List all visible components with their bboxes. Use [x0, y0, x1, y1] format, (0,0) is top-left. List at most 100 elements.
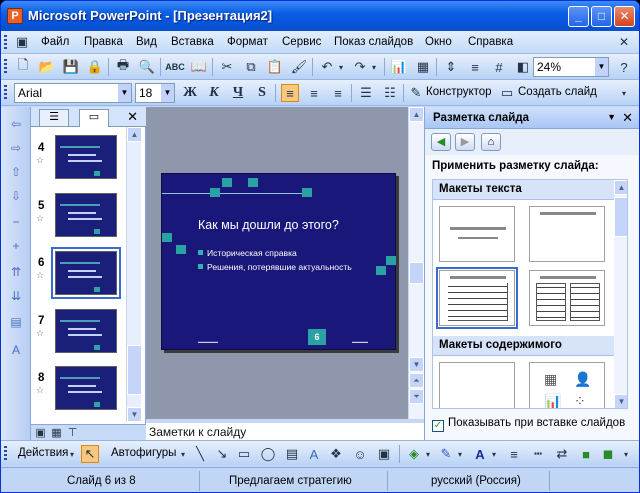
normal-view-icon[interactable]: ▣	[33, 425, 48, 440]
slide-scrollbar[interactable]: ▲ ▼ ⏶ ⏷	[408, 107, 424, 419]
show-formatting-icon[interactable]: ≡	[466, 58, 484, 76]
expand-all-icon[interactable]: ⇕	[442, 58, 460, 76]
toolbar-grip[interactable]	[4, 59, 7, 75]
menu-insert[interactable]: Вставка	[171, 36, 214, 48]
layout-title-only[interactable]	[529, 206, 605, 262]
design-icon[interactable]: ✎	[407, 84, 425, 102]
save-icon[interactable]: 💾	[62, 58, 80, 76]
current-slide[interactable]: Как мы дошли до этого? Историческая спра…	[161, 173, 396, 350]
oval-icon[interactable]: ◯	[259, 445, 277, 463]
scroll-up-icon[interactable]: ▲	[409, 107, 424, 122]
line-icon[interactable]: ╲	[191, 445, 209, 463]
back-icon[interactable]: ◀	[431, 133, 451, 151]
3d-style-icon[interactable]: ◼	[599, 445, 617, 463]
scroll-up-icon[interactable]: ▲	[614, 180, 627, 195]
checkbox-checked-icon[interactable]: ✓	[432, 420, 444, 432]
textbox-icon[interactable]: ▤	[283, 445, 301, 463]
clipart-icon[interactable]: ☺	[351, 445, 369, 463]
font-name-dropdown[interactable]: Arial ▼	[14, 83, 132, 103]
next-slide-icon[interactable]: ⏷	[409, 389, 424, 404]
slide-bullet[interactable]: Решения, потерявшие актуальность	[198, 262, 352, 272]
document-menu-icon[interactable]: ▣	[13, 33, 31, 51]
layout-two-columns[interactable]	[529, 270, 605, 326]
select-pointer-icon[interactable]: ↖	[81, 445, 99, 463]
underline-button[interactable]: Ч	[229, 84, 247, 102]
slide-thumbnail-5[interactable]	[55, 193, 117, 237]
menu-window[interactable]: Окно	[425, 36, 452, 48]
chevron-down-icon[interactable]: ▼	[161, 84, 174, 102]
paste-icon[interactable]: 📋	[266, 58, 284, 76]
numbering-icon[interactable]: ☰	[357, 84, 375, 102]
powerpoint-app-icon[interactable]: P	[7, 8, 23, 24]
summary-slide-icon[interactable]: ▤	[8, 315, 24, 331]
task-pane-title[interactable]: Разметка слайда	[433, 112, 529, 124]
scroll-up-icon[interactable]: ▲	[127, 127, 142, 142]
color-grayscale-icon[interactable]: ◧	[514, 58, 532, 76]
menu-help[interactable]: Справка	[468, 36, 513, 48]
insert-chart-icon[interactable]: 📊	[390, 58, 408, 76]
shadow-style-icon[interactable]: ■	[577, 445, 595, 463]
close-icon[interactable]: ✕	[614, 6, 635, 27]
notes-pane[interactable]: Заметки к слайду	[146, 419, 424, 440]
show-formatting-icon[interactable]: A	[8, 343, 24, 359]
notes-placeholder[interactable]: Заметки к слайду	[149, 425, 246, 439]
tab-outline[interactable]: ☰	[39, 109, 69, 126]
spelling-icon[interactable]: ABC	[165, 58, 185, 76]
move-up-icon[interactable]: ⇧	[8, 165, 24, 181]
redo-dropdown-icon[interactable]: ▾	[369, 58, 379, 76]
font-size-dropdown[interactable]: 18 ▼	[135, 83, 175, 103]
copy-icon[interactable]: ⧉	[242, 58, 260, 76]
shadow-button[interactable]: S	[253, 84, 271, 102]
title-bar[interactable]: P Microsoft PowerPoint - [Презентация2] …	[1, 1, 639, 31]
status-design-template[interactable]: Предлагаем стратегию	[229, 475, 352, 487]
expand-all-icon[interactable]: ⇊	[8, 289, 24, 305]
new-slide-icon[interactable]: ▭	[498, 84, 516, 102]
doc-close-icon[interactable]: ✕	[615, 33, 633, 51]
tab-slides[interactable]: ▭	[79, 109, 109, 127]
design-button[interactable]: Конструктор	[426, 86, 492, 98]
dash-style-icon[interactable]: ┅	[529, 445, 547, 463]
print-icon[interactable]: 🖶	[114, 57, 132, 76]
home-icon[interactable]: ⌂	[481, 133, 501, 151]
line-color-icon[interactable]: ✎	[437, 445, 455, 463]
slide-thumbnail-4[interactable]	[55, 135, 117, 179]
zoom-dropdown[interactable]: 24% ▼	[533, 57, 609, 77]
line-style-icon[interactable]: ≡	[505, 445, 523, 463]
research-icon[interactable]: 📖	[190, 58, 208, 76]
collapse-all-icon[interactable]: ⇈	[8, 265, 24, 281]
layouts-scrollbar[interactable]: ▲ ▼	[614, 180, 627, 408]
show-on-insert-checkbox[interactable]: ✓ Показывать при вставке слайдов	[432, 417, 625, 432]
slide-thumbnail-7[interactable]	[55, 309, 117, 353]
group-content-layouts[interactable]: Макеты содержимого	[433, 336, 614, 356]
layout-blank[interactable]	[439, 362, 515, 408]
new-document-icon[interactable]: 🗋	[14, 57, 32, 76]
group-text-layouts[interactable]: Макеты текста	[433, 180, 614, 200]
bullets-icon[interactable]: ☷	[381, 84, 399, 102]
picture-icon[interactable]: ▣	[375, 445, 393, 463]
bold-button[interactable]: Ж	[181, 84, 199, 102]
scroll-thumb[interactable]	[409, 262, 424, 284]
close-icon[interactable]: ✕	[622, 110, 633, 126]
autoshapes-menu[interactable]: Автофигуры	[111, 447, 176, 459]
chevron-down-icon[interactable]: ▼	[595, 58, 608, 76]
new-slide-button[interactable]: Создать слайд	[518, 86, 597, 98]
align-center-icon[interactable]: ≡	[305, 84, 323, 102]
scroll-down-icon[interactable]: ▼	[614, 394, 627, 408]
cut-icon[interactable]: ✂	[218, 58, 236, 76]
toolbar-grip[interactable]	[4, 446, 7, 462]
status-language[interactable]: русский (Россия)	[431, 475, 521, 487]
promote-icon[interactable]: ⇦	[8, 117, 24, 133]
menu-file[interactable]: Файл	[41, 36, 69, 48]
toolbar-options-icon[interactable]: ▾	[615, 84, 633, 102]
close-icon[interactable]: ✕	[127, 109, 138, 125]
actions-menu[interactable]: Действия	[18, 447, 68, 459]
slide-sorter-icon[interactable]: ▦	[49, 425, 64, 440]
slideshow-icon[interactable]: ⊤	[65, 425, 80, 440]
format-painter-icon[interactable]: 🖌	[290, 58, 308, 76]
open-folder-icon[interactable]: 📂	[38, 58, 56, 76]
scroll-thumb[interactable]	[614, 197, 627, 237]
chevron-down-icon[interactable]: ▾	[455, 445, 465, 463]
align-right-icon[interactable]: ≡	[329, 84, 347, 102]
chevron-down-icon[interactable]: ▼	[118, 84, 131, 102]
menu-tools[interactable]: Сервис	[282, 36, 321, 48]
